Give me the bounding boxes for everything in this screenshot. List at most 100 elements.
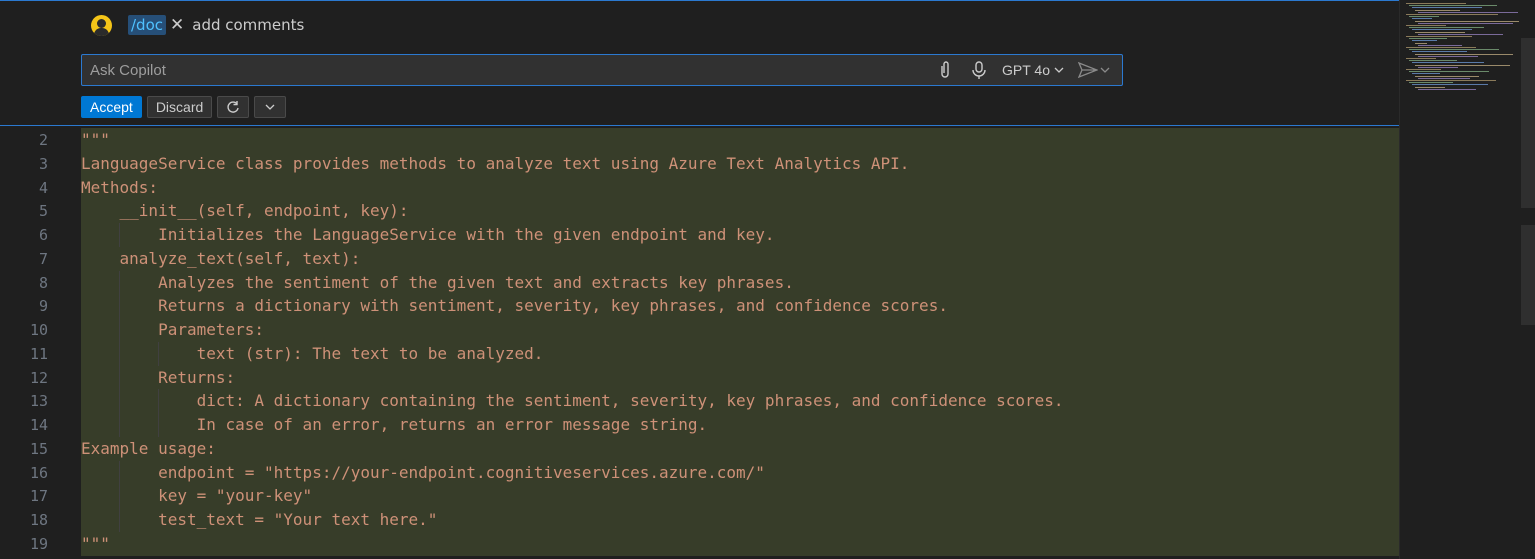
line-number: 5 bbox=[38, 202, 48, 221]
code-text: dict: A dictionary containing the sentim… bbox=[81, 391, 1064, 411]
accept-button[interactable]: Accept bbox=[81, 96, 142, 118]
send-button[interactable] bbox=[1078, 62, 1110, 78]
line-number: 11 bbox=[29, 344, 48, 363]
microphone-icon[interactable] bbox=[968, 59, 990, 81]
code-text: LanguageService class provides methods t… bbox=[81, 153, 910, 173]
code-line[interactable]: 12 Returns: bbox=[0, 365, 1399, 390]
line-number: 8 bbox=[38, 273, 48, 292]
minimap-line bbox=[1409, 16, 1439, 18]
minimap-line bbox=[1418, 66, 1458, 68]
chevron-down-icon bbox=[1100, 67, 1110, 73]
minimap-line bbox=[1415, 53, 1513, 55]
minimap-line bbox=[1412, 7, 1482, 9]
minimap-line bbox=[1409, 60, 1457, 62]
code-text: Analyzes the sentiment of the given text… bbox=[81, 272, 794, 292]
regenerate-button[interactable] bbox=[217, 96, 250, 118]
code-text: Methods: bbox=[81, 177, 159, 197]
code-line[interactable]: 5 __init__(self, endpoint, key): bbox=[0, 199, 1399, 224]
model-picker[interactable]: GPT 4o bbox=[1002, 62, 1064, 78]
code-line[interactable]: 13 dict: A dictionary containing the sen… bbox=[0, 389, 1399, 414]
send-icon bbox=[1078, 62, 1098, 78]
chat-action-row: Accept Discard bbox=[81, 96, 287, 118]
code-text: Returns: bbox=[81, 367, 236, 387]
paperclip-icon[interactable] bbox=[934, 59, 956, 81]
code-editor[interactable]: 2 """ 3 LanguageService class provides meth… bbox=[0, 126, 1399, 559]
minimap-line bbox=[1406, 36, 1472, 37]
code-text: test_text = "Your text here." bbox=[81, 510, 438, 529]
code-line[interactable]: 19 """ bbox=[0, 531, 1399, 556]
model-label: GPT 4o bbox=[1002, 62, 1050, 78]
minimap-line bbox=[1415, 20, 1520, 22]
minimap-line bbox=[1409, 5, 1497, 7]
minimap-line bbox=[1406, 3, 1466, 4]
line-number: 15 bbox=[29, 439, 48, 458]
line-number: 9 bbox=[38, 297, 48, 316]
ask-copilot-input[interactable] bbox=[82, 54, 934, 86]
minimap-line bbox=[1415, 64, 1510, 66]
minimap-line bbox=[1415, 31, 1465, 33]
scrollbar-thumb[interactable] bbox=[1521, 38, 1535, 208]
diff-added-background bbox=[81, 365, 1399, 390]
minimap-line bbox=[1415, 75, 1479, 77]
code-line[interactable]: 10 Parameters: bbox=[0, 318, 1399, 342]
line-number: 3 bbox=[38, 154, 48, 173]
minimap-line bbox=[1412, 62, 1484, 64]
code-line[interactable]: 4 Methods: bbox=[0, 175, 1399, 200]
minimap-line bbox=[1409, 38, 1447, 40]
line-number: 16 bbox=[29, 463, 48, 482]
chat-request-row: /doc ✕ add comments bbox=[91, 13, 304, 37]
code-line[interactable]: 17 key = "your-key" bbox=[0, 484, 1399, 509]
more-actions-button[interactable] bbox=[254, 96, 287, 118]
code-text: endpoint = "https://your-endpoint.cognit… bbox=[81, 462, 765, 482]
minimap-line bbox=[1412, 51, 1467, 53]
minimap-line bbox=[1406, 80, 1496, 81]
line-number: 14 bbox=[29, 416, 48, 434]
scrollbar-marker bbox=[1521, 225, 1535, 325]
line-number: 4 bbox=[38, 178, 48, 197]
minimap-line bbox=[1409, 82, 1453, 84]
minimap-line bbox=[1412, 84, 1488, 86]
code-line[interactable]: 18 test_text = "Your text here." bbox=[0, 508, 1399, 532]
minimap-line bbox=[1409, 71, 1489, 73]
minimap-line bbox=[1415, 9, 1460, 11]
minimap-line bbox=[1415, 86, 1445, 88]
code-line[interactable]: 6 Initializes the LanguageService with t… bbox=[0, 223, 1399, 247]
minimap-line bbox=[1406, 25, 1446, 26]
code-line[interactable]: 16 endpoint = "https://your-endpoint.cog… bbox=[0, 460, 1399, 485]
code-text: analyze_text(self, text): bbox=[81, 248, 361, 268]
code-line[interactable]: 2 """ bbox=[0, 128, 1399, 152]
code-line[interactable]: 15 Example usage: bbox=[0, 436, 1399, 461]
close-icon[interactable]: ✕ bbox=[170, 15, 184, 35]
line-number: 2 bbox=[38, 131, 48, 149]
discard-button[interactable]: Discard bbox=[146, 96, 213, 118]
code-text: """ bbox=[81, 533, 110, 553]
minimap[interactable] bbox=[1399, 0, 1520, 559]
user-avatar bbox=[91, 14, 112, 36]
minimap-line bbox=[1418, 88, 1476, 90]
minimap-line bbox=[1412, 18, 1432, 20]
diff-added-background bbox=[81, 436, 1399, 461]
code-line[interactable]: 7 analyze_text(self, text): bbox=[0, 246, 1399, 271]
code-text: Example usage: bbox=[81, 438, 216, 458]
line-number: 6 bbox=[38, 226, 48, 244]
minimap-line bbox=[1418, 22, 1513, 24]
code-line[interactable]: 11 text (str): The text to be analyzed. bbox=[0, 341, 1399, 366]
code-line[interactable]: 3 LanguageService class provides methods … bbox=[0, 151, 1399, 176]
chevron-down-icon bbox=[1054, 67, 1064, 73]
code-line[interactable]: 8 Analyzes the sentiment of the given te… bbox=[0, 270, 1399, 295]
code-text: """ bbox=[81, 130, 110, 149]
code-line[interactable]: 14 In case of an error, returns an error… bbox=[0, 413, 1399, 437]
chat-request-text: add comments bbox=[192, 16, 305, 34]
minimap-line bbox=[1406, 47, 1476, 48]
minimap-line bbox=[1406, 69, 1441, 70]
minimap-line bbox=[1418, 77, 1470, 79]
minimap-line bbox=[1418, 11, 1518, 13]
minimap-line bbox=[1418, 55, 1478, 57]
diff-added-background bbox=[81, 318, 1399, 342]
refresh-icon bbox=[227, 101, 239, 113]
line-number: 19 bbox=[29, 534, 48, 553]
code-line[interactable]: 9 Returns a dictionary with sentiment, s… bbox=[0, 294, 1399, 319]
minimap-line bbox=[1412, 40, 1437, 42]
slash-command-chip[interactable]: /doc bbox=[128, 15, 166, 35]
diff-added-background bbox=[81, 175, 1399, 200]
